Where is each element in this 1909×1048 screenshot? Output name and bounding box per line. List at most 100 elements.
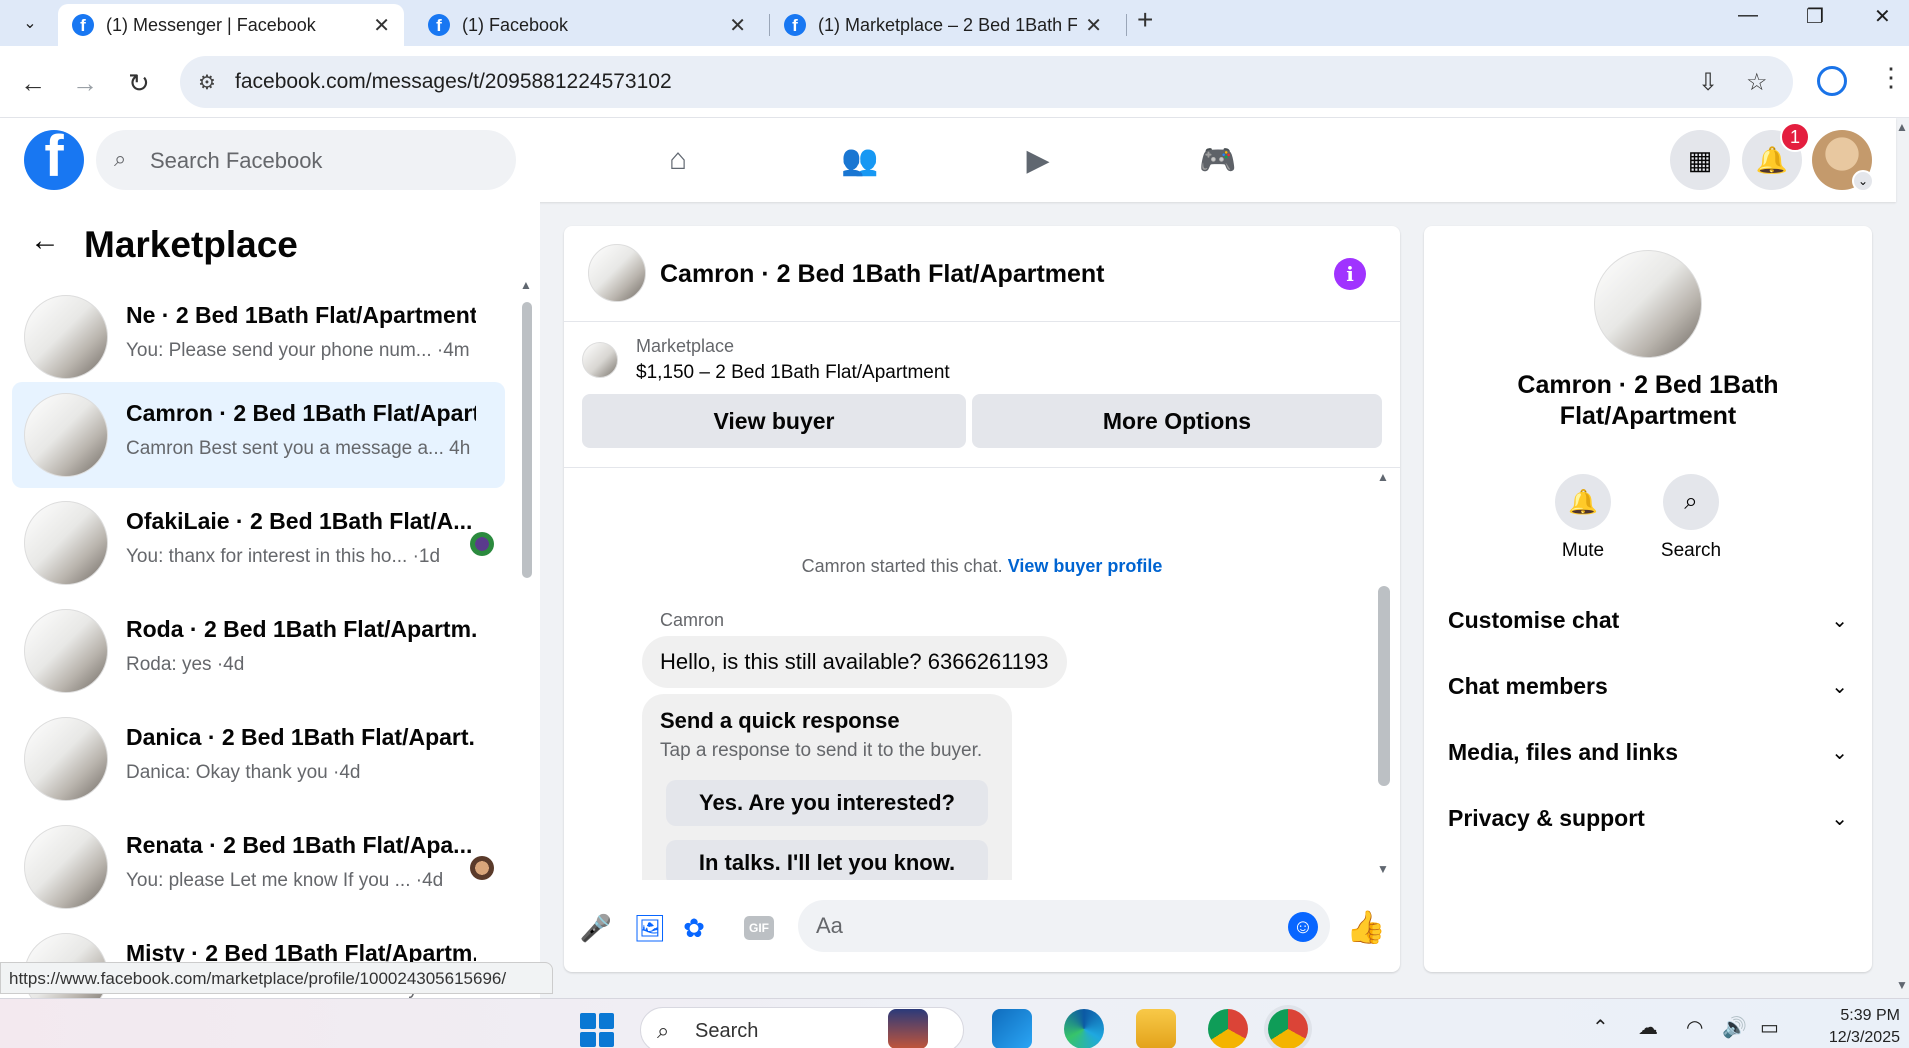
- chevron-down-icon[interactable]: ⌄: [1852, 170, 1874, 192]
- chat-title[interactable]: Camron · 2 Bed 1Bath Flat/Apartment: [660, 260, 1105, 289]
- facebook-logo[interactable]: f: [24, 130, 84, 190]
- reload-icon[interactable]: ↻: [128, 68, 150, 99]
- notification-badge: 1: [1780, 122, 1810, 152]
- outlook-icon[interactable]: [992, 1009, 1032, 1048]
- conversation-preview: You: Please send your phone num... ·4m: [126, 340, 470, 361]
- home-icon[interactable]: ⌂: [656, 138, 700, 182]
- chrome-icon[interactable]: [1208, 1009, 1248, 1048]
- conversation-preview: Danica: Okay thank you ·4d: [126, 762, 361, 783]
- close-tab-icon[interactable]: ✕: [1085, 13, 1102, 38]
- conversation-item[interactable]: OfakiLaie · 2 Bed 1Bath Flat/A... You: t…: [12, 490, 505, 596]
- facebook-search-box[interactable]: ⌕ Search Facebook: [96, 130, 516, 190]
- chevron-down-icon: ⌄: [1831, 741, 1848, 764]
- sticker-icon[interactable]: ✿: [676, 910, 712, 946]
- file-explorer-icon[interactable]: [1136, 1009, 1176, 1048]
- close-window-icon[interactable]: ✕: [1874, 4, 1891, 29]
- conversation-name: Renata · 2 Bed 1Bath Flat/Apa...: [126, 832, 473, 858]
- conversation-item[interactable]: Roda · 2 Bed 1Bath Flat/Apartm... Roda: …: [12, 598, 505, 704]
- photo-icon[interactable]: 🖼: [632, 910, 668, 946]
- back-arrow-icon[interactable]: ←: [30, 224, 60, 258]
- media-files-links-section[interactable]: Media, files and links ⌄: [1424, 722, 1872, 782]
- install-app-icon[interactable]: ⇩: [1698, 68, 1718, 97]
- seen-avatar: [470, 532, 494, 556]
- link-status-tooltip: https://www.facebook.com/marketplace/pro…: [0, 962, 553, 994]
- volume-icon[interactable]: 🔊: [1722, 1015, 1747, 1040]
- chevron-down-icon: ⌄: [1831, 807, 1848, 830]
- thumbs-up-icon[interactable]: 👍: [1346, 908, 1386, 946]
- message-input[interactable]: [798, 900, 1330, 952]
- browser-menu-icon[interactable]: ⋮: [1878, 62, 1904, 93]
- restore-window-icon[interactable]: ❐: [1806, 4, 1824, 29]
- facebook-favicon-icon: f: [428, 14, 450, 36]
- panel-title: Marketplace: [84, 224, 298, 265]
- scrollbar-thumb[interactable]: [1378, 586, 1390, 786]
- conversation-name: Camron · 2 Bed 1Bath Flat/Apart...: [126, 400, 476, 426]
- onedrive-cloud-icon[interactable]: ☁: [1638, 1015, 1658, 1040]
- listing-thumbnail: [582, 342, 618, 378]
- scroll-up-arrow-icon[interactable]: ▲: [1377, 470, 1389, 484]
- forward-arrow-icon[interactable]: →: [72, 68, 98, 99]
- gaming-icon[interactable]: 🎮: [1196, 138, 1240, 182]
- bookmark-star-icon[interactable]: ☆: [1746, 68, 1768, 97]
- listing-thumbnail: [24, 501, 108, 585]
- quick-response-option[interactable]: Yes. Are you interested?: [666, 780, 988, 826]
- page-scroll-down-icon[interactable]: ▼: [1896, 978, 1908, 992]
- windows-start-icon[interactable]: [580, 1013, 614, 1047]
- view-buyer-button[interactable]: View buyer: [582, 394, 966, 448]
- tab-facebook[interactable]: f (1) Facebook ✕: [414, 4, 760, 46]
- mute-action[interactable]: 🔔 Mute: [1538, 474, 1628, 562]
- quick-response-option[interactable]: In talks. I'll let you know.: [666, 840, 988, 880]
- listing-title[interactable]: $1,150 – 2 Bed 1Bath Flat/Apartment: [636, 362, 950, 384]
- conversation-item[interactable]: Danica · 2 Bed 1Bath Flat/Apart... Danic…: [12, 706, 505, 812]
- battery-icon[interactable]: ▭: [1760, 1015, 1779, 1040]
- wifi-icon[interactable]: ◠: [1686, 1015, 1703, 1040]
- minimize-window-icon[interactable]: —: [1738, 4, 1758, 27]
- scroll-down-arrow-icon[interactable]: ▼: [1377, 862, 1389, 876]
- new-tab-button[interactable]: +: [1137, 4, 1153, 36]
- seen-avatar: [470, 856, 494, 880]
- address-bar[interactable]: ⚙ facebook.com/messages/t/20958812245731…: [180, 56, 1793, 108]
- chrome-profile-icon[interactable]: [1268, 1009, 1308, 1048]
- privacy-support-section[interactable]: Privacy & support ⌄: [1424, 788, 1872, 848]
- listing-thumbnail: [24, 393, 108, 477]
- scroll-up-arrow-icon[interactable]: ▲: [520, 278, 532, 292]
- back-arrow-icon[interactable]: ←: [20, 68, 46, 99]
- view-buyer-profile-link[interactable]: View buyer profile: [1008, 556, 1163, 576]
- conversation-item[interactable]: Ne · 2 Bed 1Bath Flat/Apartment You: Ple…: [12, 284, 505, 390]
- more-options-button[interactable]: More Options: [972, 394, 1382, 448]
- gif-icon[interactable]: GIF: [744, 916, 774, 940]
- bell-icon[interactable]: 🔔: [1555, 474, 1611, 530]
- conversation-item-selected[interactable]: Camron · 2 Bed 1Bath Flat/Apart... Camro…: [12, 382, 505, 488]
- chevron-down-icon: ⌄: [1831, 675, 1848, 698]
- edge-icon[interactable]: [1064, 1009, 1104, 1048]
- microphone-icon[interactable]: 🎤: [578, 910, 614, 946]
- tab-marketplace[interactable]: f (1) Marketplace – 2 Bed 1Bath F ✕: [770, 4, 1116, 46]
- emoji-icon[interactable]: ☺: [1288, 912, 1318, 942]
- search-icon[interactable]: ⌕: [1663, 474, 1719, 530]
- close-tab-icon[interactable]: ✕: [729, 13, 746, 38]
- tab-messenger[interactable]: f (1) Messenger | Facebook ✕: [58, 4, 404, 46]
- url-text: facebook.com/messages/t/2095881224573102: [235, 70, 672, 93]
- chevron-down-icon: ⌄: [1831, 609, 1848, 632]
- video-icon[interactable]: ▶: [1016, 138, 1060, 182]
- taskbar-clock[interactable]: 5:39 PM 12/3/2025: [1800, 1005, 1900, 1048]
- taskbar-search-highlight-icon[interactable]: [888, 1009, 928, 1048]
- site-settings-icon[interactable]: ⚙: [198, 70, 216, 95]
- chat-avatar[interactable]: [588, 244, 646, 302]
- browser-profile-icon[interactable]: [1817, 66, 1847, 96]
- page-scroll-up-icon[interactable]: ▲: [1896, 120, 1908, 134]
- info-icon[interactable]: i: [1334, 258, 1366, 290]
- close-tab-icon[interactable]: ✕: [373, 13, 390, 38]
- show-hidden-icons-icon[interactable]: ⌃: [1592, 1015, 1609, 1040]
- conversation-avatar: [1594, 250, 1702, 358]
- menu-grid-icon[interactable]: ▦: [1670, 130, 1730, 190]
- friends-icon[interactable]: 👥: [838, 138, 882, 182]
- scrollbar-thumb[interactable]: [522, 302, 532, 578]
- search-action[interactable]: ⌕ Search: [1646, 474, 1736, 562]
- clock-date: 12/3/2025: [1828, 1029, 1900, 1046]
- conversation-item[interactable]: Renata · 2 Bed 1Bath Flat/Apa... You: pl…: [12, 814, 505, 920]
- tab-search-menu-button[interactable]: ⌄: [10, 6, 50, 40]
- customise-chat-section[interactable]: Customise chat ⌄: [1424, 590, 1872, 650]
- chat-members-section[interactable]: Chat members ⌄: [1424, 656, 1872, 716]
- message-bubble[interactable]: Hello, is this still available? 63662611…: [642, 636, 1067, 688]
